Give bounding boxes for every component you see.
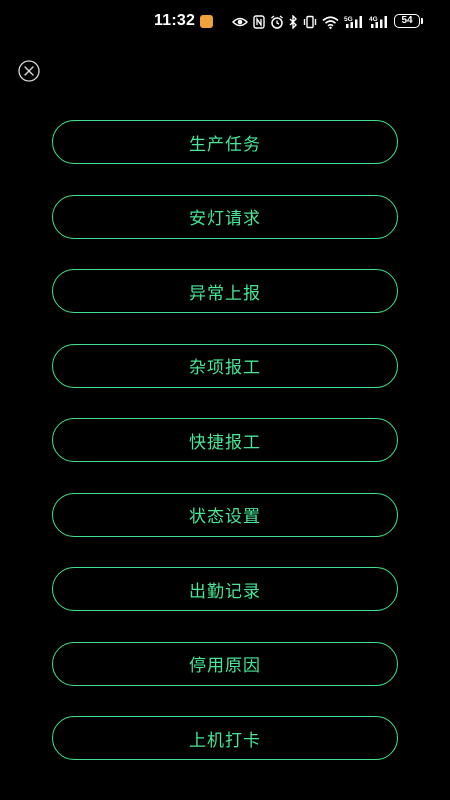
eye-icon: [232, 16, 248, 28]
battery-icon: 54: [394, 14, 420, 28]
svg-text:5G: 5G: [344, 16, 353, 23]
battery-tip: [421, 18, 423, 24]
wifi-icon: [322, 15, 339, 29]
attendance-record-button[interactable]: 出勤记录: [52, 567, 398, 611]
quick-work-report-button[interactable]: 快捷报工: [52, 418, 398, 462]
close-circle-icon: [18, 60, 40, 82]
signal-5g-icon: 5G: [344, 15, 364, 29]
production-task-button[interactable]: 生产任务: [52, 120, 398, 164]
vibrate-icon: [303, 15, 317, 29]
downtime-reason-button[interactable]: 停用原因: [52, 641, 398, 686]
misc-work-report-button[interactable]: 杂项报工: [52, 343, 398, 388]
bluetooth-icon: [289, 15, 298, 29]
status-icons: 5G 4G: [232, 13, 389, 31]
andon-request-button[interactable]: 安灯请求: [52, 194, 398, 239]
menu-list: 生产任务 安灯请求 异常上报 杂项报工 快捷报工 状态设置 出勤记录 停用原因 …: [52, 120, 398, 791]
status-settings-button[interactable]: 状态设置: [52, 492, 398, 537]
app-notification-icon: [200, 15, 213, 28]
alarm-icon: [270, 15, 284, 29]
svg-text:4G: 4G: [369, 16, 378, 23]
battery-level: 54: [401, 15, 413, 26]
status-time: 11:32: [154, 12, 196, 29]
status-bar: 11:32 5G 4G 54: [0, 0, 450, 44]
machine-clock-in-button[interactable]: 上机打卡: [52, 716, 398, 760]
exception-report-button[interactable]: 异常上报: [52, 269, 398, 313]
close-button[interactable]: [18, 60, 40, 82]
signal-4g-icon: 4G: [369, 15, 389, 29]
nfc-icon: [253, 15, 265, 29]
